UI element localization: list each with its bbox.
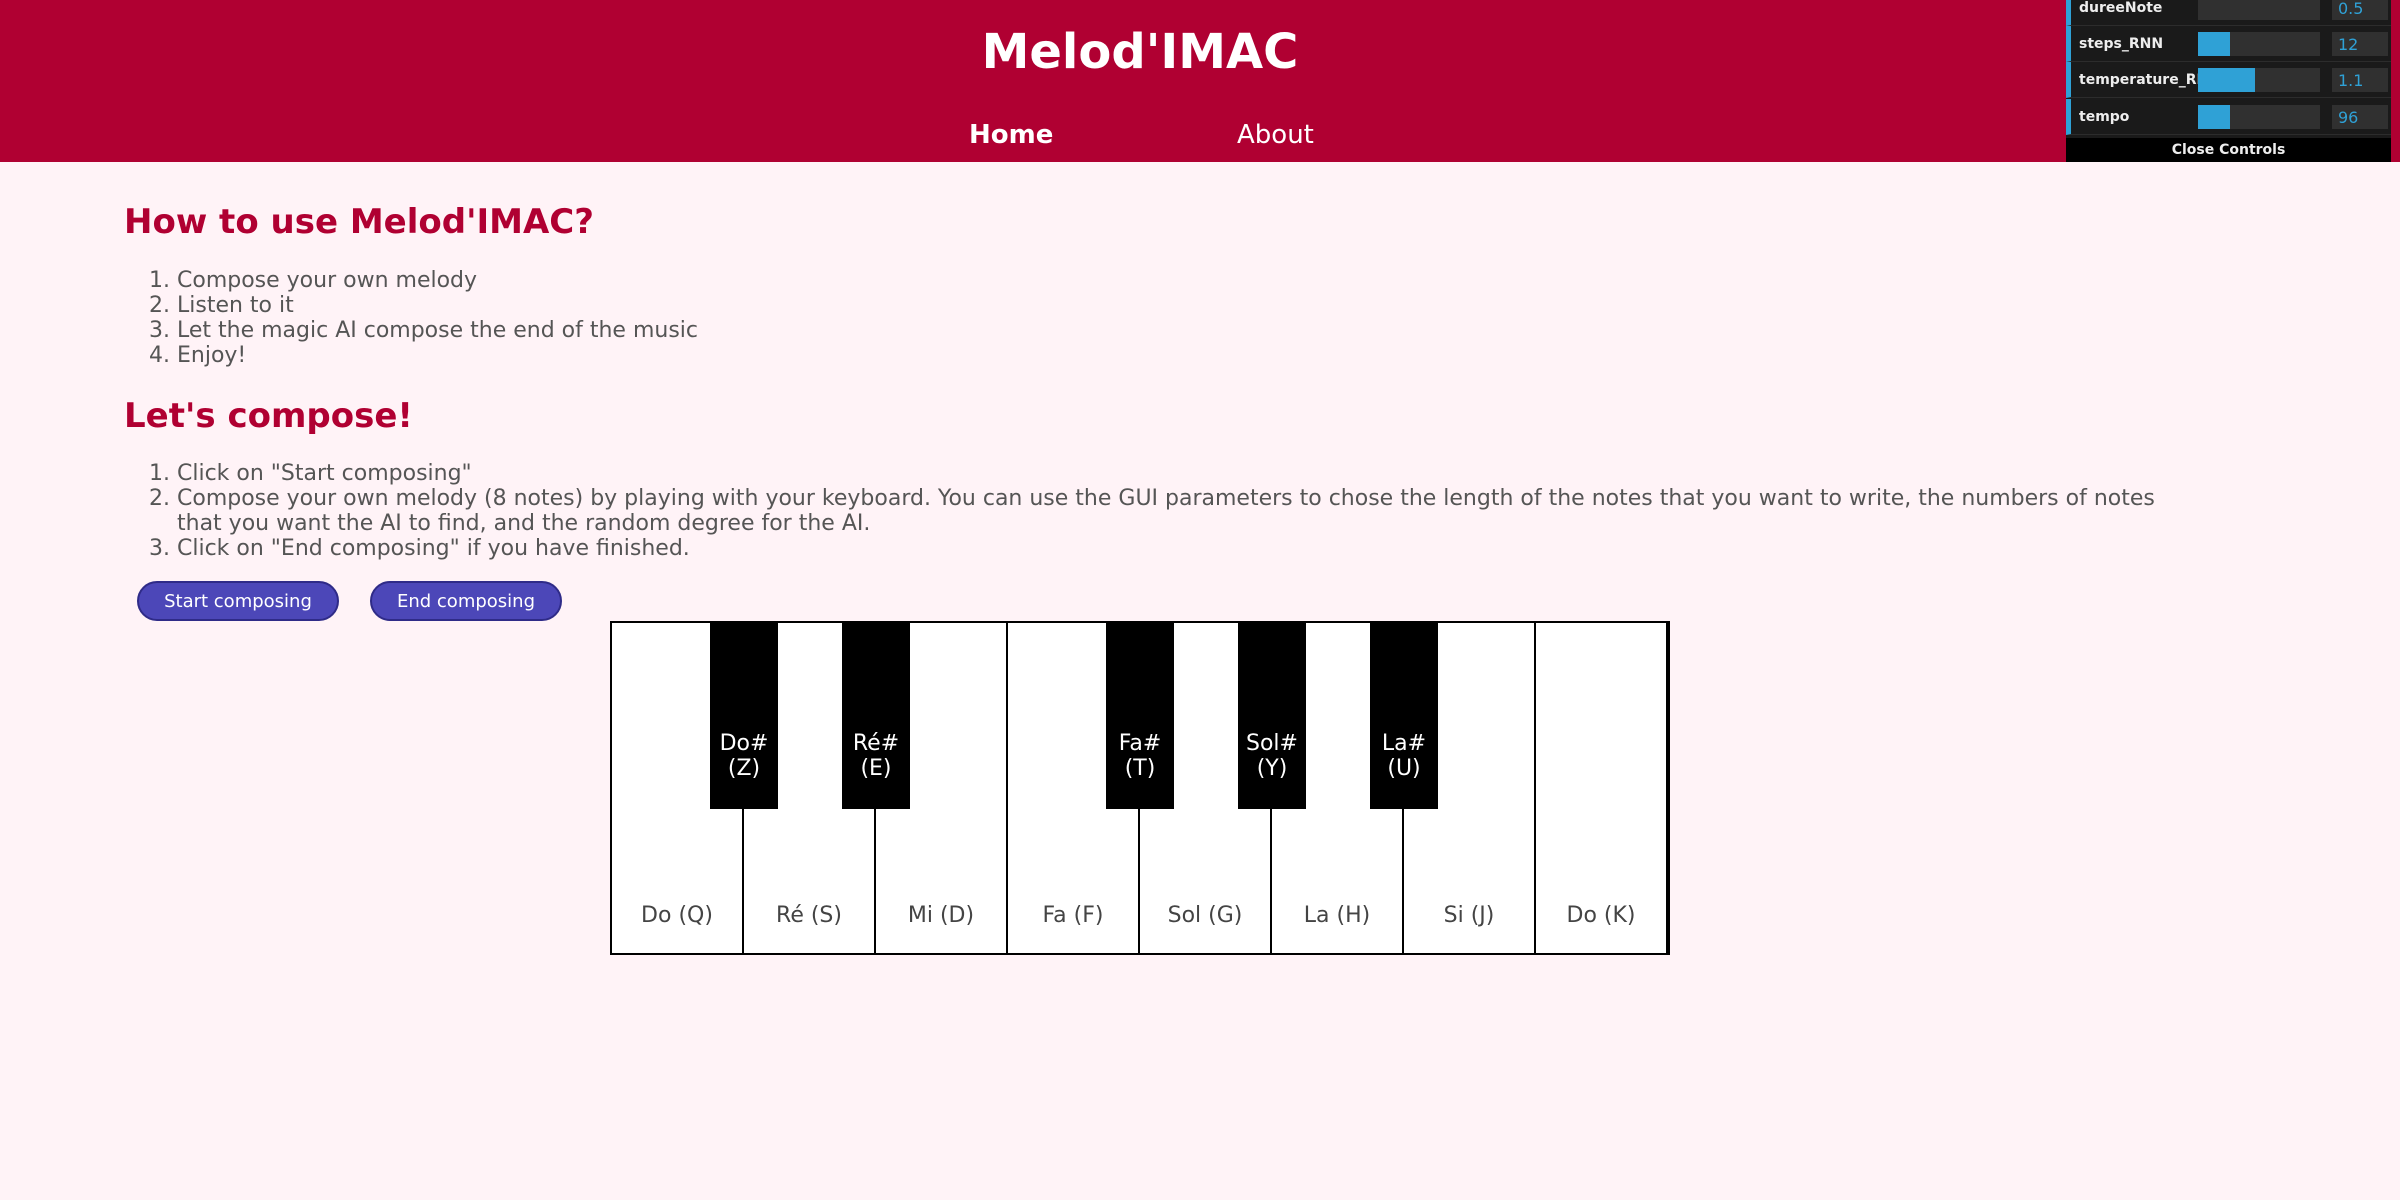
site-header: Melod'IMAC Home About xyxy=(0,0,2400,162)
gui-row-temperature-rnn: temperature_RNN xyxy=(2066,62,2391,98)
gui-value-tempo[interactable] xyxy=(2332,105,2388,129)
compose-steps-list: Click on "Start composing" Compose your … xyxy=(124,461,2184,561)
gui-slider-tempo[interactable] xyxy=(2198,105,2320,129)
piano-black-key-la-sharp[interactable]: La# (U) xyxy=(1370,623,1438,809)
nav-about-link[interactable]: About xyxy=(1237,120,1314,150)
list-item: Click on "End composing" if you have fin… xyxy=(177,536,2184,561)
how-to-list: Compose your own melody Listen to it Let… xyxy=(124,268,1124,368)
close-controls-button[interactable]: Close Controls xyxy=(2066,138,2391,162)
gui-row-dureenote: dureeNote xyxy=(2066,0,2391,26)
key-label: Ré (S) xyxy=(776,903,842,928)
gui-controls-panel: dureeNote steps_RNN temperature_RNN temp… xyxy=(2066,0,2391,162)
gui-slider-temperature-rnn[interactable] xyxy=(2198,68,2320,92)
piano-black-key-fa-sharp[interactable]: Fa# (T) xyxy=(1106,623,1174,809)
key-label: La# (U) xyxy=(1381,731,1427,781)
gui-value-temperature-rnn[interactable] xyxy=(2332,68,2388,92)
gui-value-dureenote[interactable] xyxy=(2332,0,2388,20)
list-item: Click on "Start composing" xyxy=(177,461,2184,486)
gui-row-steps-rnn: steps_RNN xyxy=(2066,26,2391,62)
list-item: Compose your own melody (8 notes) by pla… xyxy=(177,486,2184,536)
key-label: Si (J) xyxy=(1443,903,1495,928)
key-label: Fa (F) xyxy=(1042,903,1104,928)
piano-keyboard: Do (Q) Ré (S) Mi (D) Fa (F) Sol (G) La (… xyxy=(610,621,1670,955)
piano-black-key-re-sharp[interactable]: Ré# (E) xyxy=(842,623,910,809)
list-item: Enjoy! xyxy=(177,343,1124,368)
gui-value-steps-rnn[interactable] xyxy=(2332,32,2388,56)
nav-home-link[interactable]: Home xyxy=(969,120,1053,150)
piano-black-key-sol-sharp[interactable]: Sol# (Y) xyxy=(1238,623,1306,809)
how-to-heading: How to use Melod'IMAC? xyxy=(124,202,594,242)
site-title: Melod'IMAC xyxy=(981,24,1299,80)
gui-slider-fill xyxy=(2198,32,2230,56)
key-label: Ré# (E) xyxy=(852,731,900,781)
end-composing-button[interactable]: End composing xyxy=(370,581,562,621)
gui-row-tempo: tempo xyxy=(2066,99,2391,135)
gui-slider-fill xyxy=(2198,68,2256,92)
key-label: La (H) xyxy=(1303,903,1371,928)
compose-heading: Let's compose! xyxy=(124,396,413,436)
key-label: Sol# (Y) xyxy=(1246,731,1298,781)
start-composing-button[interactable]: Start composing xyxy=(137,581,339,621)
list-item: Let the magic AI compose the end of the … xyxy=(177,318,1124,343)
key-label: Fa# (T) xyxy=(1118,731,1162,781)
list-item: Listen to it xyxy=(177,293,1124,318)
key-label: Do# (Z) xyxy=(719,731,769,781)
gui-slider-fill xyxy=(2198,105,2230,129)
gui-slider-steps-rnn[interactable] xyxy=(2198,32,2320,56)
list-item: Compose your own melody xyxy=(177,268,1124,293)
piano-black-key-do-sharp[interactable]: Do# (Z) xyxy=(710,623,778,809)
key-label: Sol (G) xyxy=(1167,903,1243,928)
gui-slider-dureenote[interactable] xyxy=(2198,0,2320,20)
key-label: Do (K) xyxy=(1566,903,1636,928)
piano-white-key-do-high[interactable]: Do (K) xyxy=(1536,623,1668,953)
key-label: Mi (D) xyxy=(907,903,975,928)
key-label: Do (Q) xyxy=(641,903,713,928)
